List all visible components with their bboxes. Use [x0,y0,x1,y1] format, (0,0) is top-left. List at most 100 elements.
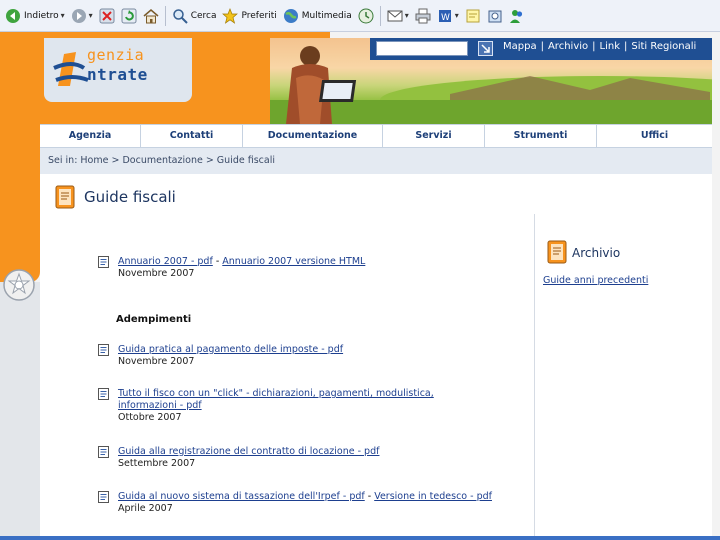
section-heading: Adempimenti [116,314,192,325]
main-content: Guide fiscali Annuario 2007 - pdf - Annu… [40,174,712,540]
messenger-icon [509,8,525,24]
list-item: Guida al nuovo sistema di tassazione del… [98,491,520,515]
chevron-down-icon[interactable]: ▾ [455,11,459,20]
chevron-down-icon[interactable]: ▾ [89,11,93,20]
search-button[interactable]: Cerca [169,3,220,29]
back-arrow-icon [5,8,21,24]
mail-button[interactable]: ▾ [384,3,412,29]
back-button[interactable]: Indietro ▾ [2,3,68,29]
archive-link-guide-anni-precedenti[interactable]: Guide anni precedenti [543,275,648,286]
document-icon [98,388,109,400]
link-separator: | [540,41,544,52]
nav-agenzia[interactable]: Agenzia [40,125,141,147]
top-link-mappa[interactable]: Mappa [503,41,537,52]
archive-title: Archivio [572,246,621,260]
research-button[interactable] [484,3,506,29]
toolbar-separator [379,5,381,26]
arrow-icon [481,44,490,53]
nav-documentazione[interactable]: Documentazione [243,125,383,147]
list-item: Tutto il fisco con un "click" - dichiara… [98,388,520,424]
doc-date: Aprile 2007 [118,503,173,514]
top-link-link[interactable]: Link [600,41,620,52]
doc-link-versione-tedesco[interactable]: Versione in tedesco - pdf [374,491,492,502]
list-item: Guida pratica al pagamento delle imposte… [98,344,520,368]
logo-text-line2: ntrate [87,65,148,84]
document-entry: Guida al nuovo sistema di tassazione del… [118,491,498,515]
document-icon [98,491,109,503]
document-entry: Annuario 2007 - pdf - Annuario 2007 vers… [118,256,520,280]
note-icon [465,8,481,24]
document-edit-icon: W [437,8,453,24]
document-entry: Tutto il fisco con un "click" - dichiara… [118,388,458,424]
mail-icon [387,8,403,24]
home-button[interactable] [140,3,162,29]
research-icon [487,8,503,24]
page-title: Guide fiscali [84,188,176,206]
favorites-label: Preferiti [241,10,277,21]
refresh-button[interactable] [118,3,140,29]
stop-icon [99,8,115,24]
archive-book-icon [546,240,568,264]
document-entry: Guida alla registrazione del contratto d… [118,446,520,470]
republic-emblem-icon [2,268,36,302]
nav-contatti[interactable]: Contatti [141,125,243,147]
logo-text-line1: genzia [87,46,145,64]
globe-icon [283,8,299,24]
taskbar-strip [0,536,720,540]
history-icon [358,8,374,24]
toolbar-separator [164,5,166,26]
doc-link-contratto-locazione[interactable]: Guida alla registrazione del contratto d… [118,446,379,457]
back-label: Indietro [24,10,59,21]
book-icon [54,185,76,209]
doc-date: Settembre 2007 [118,458,196,469]
print-button[interactable] [412,3,434,29]
svg-text:W: W [441,13,450,23]
web-page: genzia ntrate Mappa | Archivio | Link | Siti R… [0,32,720,540]
site-search-input[interactable] [376,41,468,56]
link-separator: | [624,41,628,52]
top-links: Mappa | Archivio | Link | Siti Regionali [503,41,696,52]
breadcrumb[interactable]: Sei in: Home > Documentazione > Guide fi… [40,148,712,174]
left-orange-bar [0,32,40,282]
doc-link-fisco-click[interactable]: Tutto il fisco con un "click" - dichiara… [118,388,434,411]
agenzia-entrate-logo[interactable]: genzia ntrate [44,38,192,102]
doc-link-pagamento-imposte[interactable]: Guida pratica al pagamento delle imposte… [118,344,343,355]
search-icon [172,8,188,24]
print-icon [415,8,431,24]
forward-arrow-icon [71,8,87,24]
media-label: Multimedia [301,10,352,21]
search-go-button[interactable] [478,41,493,56]
star-icon [222,7,239,24]
doc-link-annuario-html[interactable]: Annuario 2007 versione HTML [222,256,365,267]
forward-button[interactable]: ▾ [68,3,96,29]
home-icon [143,8,159,24]
doc-date: Ottobre 2007 [118,412,182,423]
favorites-button[interactable]: Preferiti [219,3,279,29]
top-link-siti-regionali[interactable]: Siti Regionali [631,41,696,52]
search-label: Cerca [190,10,217,21]
nav-uffici[interactable]: Uffici [597,125,712,147]
doc-link-annuario-pdf[interactable]: Annuario 2007 - pdf [118,256,213,267]
doc-date: Novembre 2007 [118,268,195,279]
nav-strumenti[interactable]: Strumenti [485,125,597,147]
list-item: Guida alla registrazione del contratto d… [98,446,520,470]
chevron-down-icon[interactable]: ▾ [61,11,65,20]
nav-servizi[interactable]: Servizi [383,125,485,147]
chevron-down-icon[interactable]: ▾ [405,11,409,20]
stop-button[interactable] [96,3,118,29]
discuss-button[interactable] [462,3,484,29]
doc-date: Novembre 2007 [118,356,195,367]
history-button[interactable] [355,3,377,29]
document-icon [98,446,109,458]
browser-window: Indietro ▾ ▾ Cerca Preferiti Multimedia … [0,0,720,540]
edit-button[interactable]: W ▾ [434,3,462,29]
document-entry: Guida pratica al pagamento delle imposte… [118,344,520,368]
browser-toolbar: Indietro ▾ ▾ Cerca Preferiti Multimedia … [0,0,720,32]
top-search-bar: Mappa | Archivio | Link | Siti Regionali [370,38,712,60]
media-button[interactable]: Multimedia [280,3,355,29]
messenger-button[interactable] [506,3,528,29]
refresh-icon [121,8,137,24]
top-link-archivio[interactable]: Archivio [548,41,588,52]
doc-link-tassazione-irpef[interactable]: Guida al nuovo sistema di tassazione del… [118,491,365,502]
doc-separator: - [364,491,375,502]
